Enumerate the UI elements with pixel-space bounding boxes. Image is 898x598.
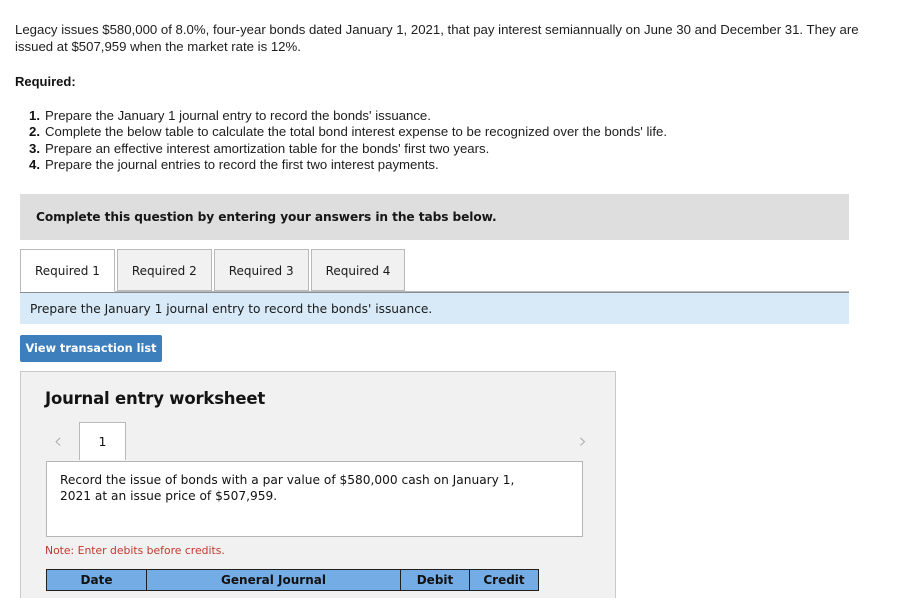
sub-instruction-text: Prepare the January 1 journal entry to r… — [30, 301, 433, 316]
transaction-description-box: Record the issue of bonds with a par val… — [46, 461, 583, 537]
column-header-credit: Credit — [469, 569, 539, 591]
transaction-description-text: Record the issue of bonds with a par val… — [60, 473, 515, 503]
requirement-text: Prepare the January 1 journal entry to r… — [45, 108, 431, 123]
instruction-banner-text: Complete this question by entering your … — [36, 210, 497, 224]
requirements-list: 1. Prepare the January 1 journal entry t… — [15, 108, 845, 173]
column-header-date: Date — [46, 569, 147, 591]
requirement-number: 2. — [29, 124, 40, 140]
debits-before-credits-note: Note: Enter debits before credits. — [45, 544, 225, 557]
chevron-right-icon[interactable]: › — [572, 428, 594, 454]
worksheet-title: Journal entry worksheet — [45, 389, 266, 408]
column-header-general-journal: General Journal — [146, 569, 401, 591]
question-page: Legacy issues $580,000 of 8.0%, four-yea… — [0, 0, 898, 598]
requirement-number: 1. — [29, 108, 40, 123]
required-label: Required: — [15, 74, 76, 89]
requirement-text: Prepare the journal entries to record th… — [45, 156, 439, 172]
requirement-item: 2. Complete the below table to calculate… — [15, 124, 845, 140]
requirement-item: 3. Prepare an effective interest amortiz… — [15, 141, 845, 157]
instruction-banner: Complete this question by entering your … — [20, 194, 849, 240]
column-header-debit: Debit — [400, 569, 470, 591]
worksheet-pager: ‹ 1 › — [21, 420, 617, 462]
journal-entry-worksheet-panel: Journal entry worksheet ‹ 1 › Record the… — [20, 371, 616, 598]
requirement-text: Prepare an effective interest amortizati… — [45, 140, 490, 156]
problem-statement: Legacy issues $580,000 of 8.0%, four-yea… — [15, 22, 859, 54]
sub-instruction-bar: Prepare the January 1 journal entry to r… — [20, 292, 849, 324]
requirement-text: Complete the below table to calculate th… — [45, 124, 667, 140]
tab-required-4[interactable]: Required 4 — [310, 249, 406, 291]
tab-required-1[interactable]: Required 1 — [20, 249, 115, 292]
requirement-tabs: Required 1 Required 2 Required 3 Require… — [20, 248, 849, 292]
requirement-number: 3. — [29, 140, 40, 156]
requirement-number: 4. — [29, 156, 40, 172]
tab-required-3[interactable]: Required 3 — [213, 249, 309, 291]
table-header-row: Date General Journal Debit Credit — [46, 569, 539, 591]
worksheet-page-tab-1[interactable]: 1 — [79, 422, 126, 460]
requirement-item: 4. Prepare the journal entries to record… — [15, 157, 845, 173]
requirement-item: 1. Prepare the January 1 journal entry t… — [15, 108, 845, 124]
chevron-left-icon[interactable]: ‹ — [47, 428, 69, 454]
journal-entry-table: Date General Journal Debit Credit — [46, 569, 539, 591]
view-transaction-list-button[interactable]: View transaction list — [20, 335, 162, 362]
tab-required-2[interactable]: Required 2 — [116, 249, 212, 291]
